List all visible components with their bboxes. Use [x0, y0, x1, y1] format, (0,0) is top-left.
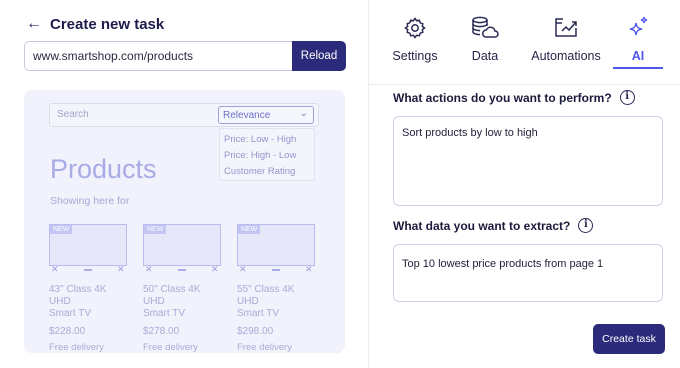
tv-stand-icon: ✕ ✕ — [239, 264, 313, 274]
new-badge: NEW — [50, 225, 73, 234]
new-badge: NEW — [238, 225, 261, 234]
sort-option: Price: High - Low — [224, 150, 297, 161]
tab-data[interactable]: Data — [461, 15, 509, 70]
info-icon[interactable]: i — [578, 218, 594, 233]
tab-ai[interactable]: AI — [613, 15, 663, 70]
tv-stand-icon: ✕ ✕ — [51, 264, 125, 274]
sort-option: Price: Low - High — [224, 134, 297, 145]
preview-subtitle: Showing here for — [50, 195, 130, 207]
info-icon[interactable]: i — [619, 90, 635, 105]
product-card: NEW ✕ ✕ 55" Class 4K UHD Smart TV $298.00… — [237, 224, 317, 353]
preview-sort-dropdown: Price: Low - High Price: High - Low Cust… — [219, 128, 315, 181]
product-price: $278.00 — [143, 326, 180, 337]
product-name: 55" Class 4K UHD Smart TV — [237, 284, 317, 320]
product-card: NEW ✕ ✕ 50" Class 4K UHD Smart TV $278.00… — [143, 224, 223, 353]
sort-option: Customer Rating — [224, 166, 296, 177]
left-panel: ← Create new task Reload Search Relevanc… — [0, 0, 368, 368]
actions-textarea[interactable]: Sort products by low to high — [393, 116, 663, 206]
gear-icon — [383, 15, 447, 41]
extract-textarea[interactable]: Top 10 lowest price products from page 1 — [393, 244, 663, 302]
active-tab-indicator — [613, 67, 663, 69]
page-title: Create new task — [50, 15, 165, 33]
database-icon — [461, 15, 509, 41]
product-delivery: Free delivery — [143, 342, 198, 353]
right-panel: Settings Data Automations AI What action… — [368, 0, 680, 368]
tv-image: NEW — [237, 224, 315, 266]
tv-image: NEW — [49, 224, 127, 266]
tab-divider — [369, 84, 680, 85]
back-arrow-icon[interactable]: ← — [26, 14, 42, 34]
product-price: $228.00 — [49, 326, 86, 337]
product-price: $298.00 — [237, 326, 274, 337]
tab-data-label: Data — [471, 49, 499, 63]
product-name: 43" Class 4K UHD Smart TV — [49, 284, 129, 320]
product-name-line2: Smart TV — [143, 308, 186, 319]
tab-ai-label: AI — [631, 49, 645, 63]
url-input[interactable] — [24, 41, 292, 71]
create-task-button[interactable]: Create task — [593, 324, 665, 354]
product-delivery: Free delivery — [237, 342, 292, 353]
tv-stand-icon: ✕ ✕ — [145, 264, 219, 274]
url-bar: Reload — [24, 41, 346, 71]
actions-question: What actions do you want to perform? i — [393, 90, 635, 105]
tab-bar: Settings Data Automations AI — [369, 15, 680, 85]
product-name: 50" Class 4K UHD Smart TV — [143, 284, 223, 320]
automations-icon — [525, 15, 607, 41]
new-badge: NEW — [144, 225, 167, 234]
product-name-line2: Smart TV — [49, 308, 92, 319]
tab-settings[interactable]: Settings — [383, 15, 447, 70]
sparkle-icon — [613, 15, 663, 41]
product-name-line1: 50" Class 4K UHD — [143, 284, 201, 307]
tab-settings-label: Settings — [392, 49, 438, 63]
chevron-down-icon: ⌄ — [299, 108, 308, 119]
preview-sort-value: Relevance — [223, 110, 271, 121]
extract-question-label: What data you want to extract? — [393, 218, 571, 233]
preview-search-placeholder: Search — [57, 109, 89, 120]
product-delivery: Free delivery — [49, 342, 104, 353]
reload-button[interactable]: Reload — [292, 41, 346, 71]
product-name-line1: 43" Class 4K UHD — [49, 284, 107, 307]
actions-question-label: What actions do you want to perform? — [393, 90, 612, 105]
preview-search-bar: Search Relevance ⌄ — [49, 103, 319, 127]
product-card: NEW ✕ ✕ 43" Class 4K UHD Smart TV $228.00… — [49, 224, 129, 353]
tv-image: NEW — [143, 224, 221, 266]
extract-question: What data you want to extract? i — [393, 218, 594, 233]
header: ← Create new task — [26, 14, 164, 34]
product-name-line2: Smart TV — [237, 308, 280, 319]
preview-products-title: Products — [50, 154, 157, 184]
tab-automations[interactable]: Automations — [525, 15, 607, 70]
tab-automations-label: Automations — [531, 49, 601, 63]
product-name-line1: 55" Class 4K UHD — [237, 284, 295, 307]
website-preview: Search Relevance ⌄ Price: Low - High Pri… — [24, 90, 345, 353]
preview-sort-select: Relevance ⌄ — [218, 106, 314, 124]
